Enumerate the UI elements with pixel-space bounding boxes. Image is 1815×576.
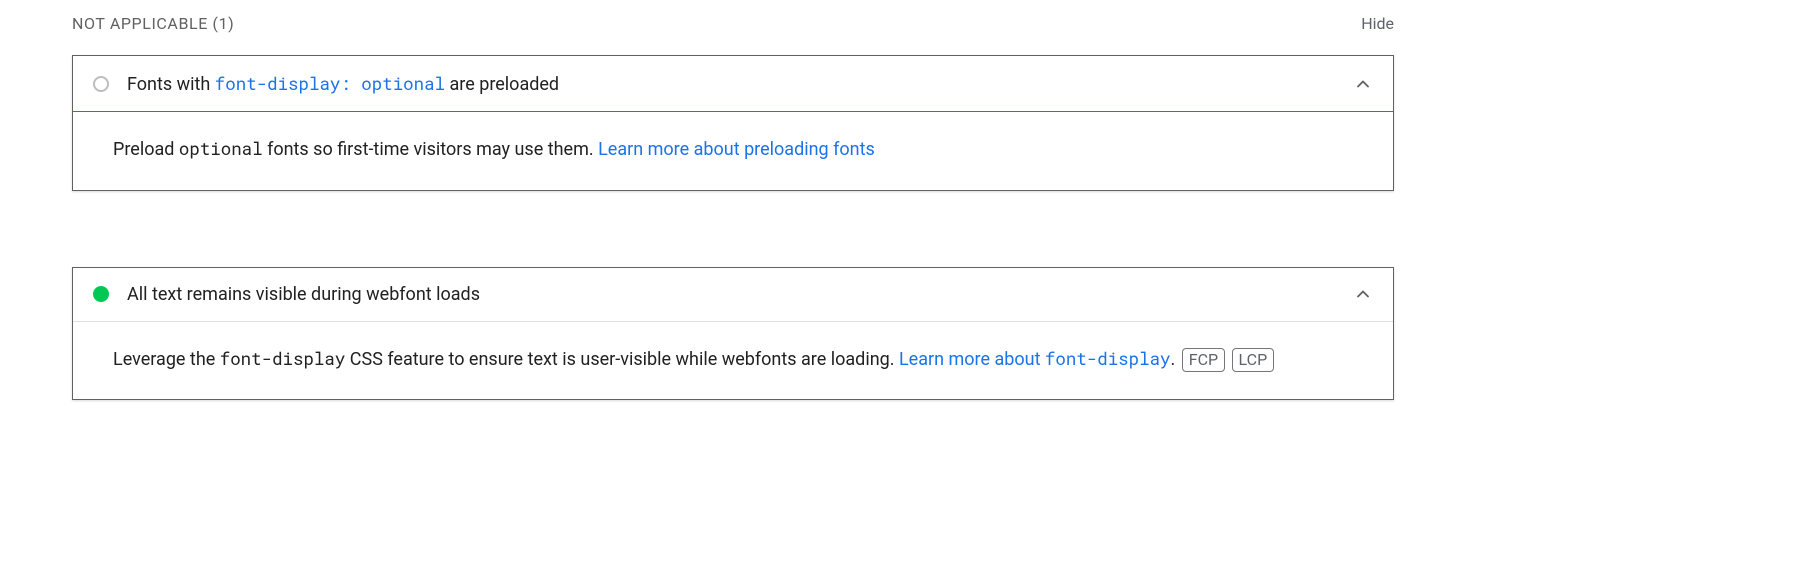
audit-title-suffix: are preloaded bbox=[445, 74, 559, 95]
audit-desc-code: optional bbox=[179, 137, 263, 160]
audit-desc-code: font-display bbox=[220, 347, 346, 370]
audit-body: Preload optional fonts so first-time vis… bbox=[73, 112, 1393, 190]
period: . bbox=[1171, 349, 1180, 370]
audit-card-font-display: All text remains visible during webfont … bbox=[72, 267, 1394, 401]
audit-desc-prefix: Preload bbox=[113, 139, 179, 160]
audit-desc-prefix: Leverage the bbox=[113, 349, 220, 370]
section-header: NOT APPLICABLE (1) Hide bbox=[72, 0, 1394, 55]
learn-more-link-preload[interactable]: Learn more about preloading fonts bbox=[598, 139, 875, 160]
audit-body: Leverage the font-display CSS feature to… bbox=[73, 322, 1393, 400]
link-prefix: Learn more about bbox=[899, 349, 1045, 370]
hide-toggle[interactable]: Hide bbox=[1361, 14, 1394, 33]
audit-header-preload-fonts[interactable]: Fonts with font-display: optional are pr… bbox=[73, 56, 1393, 112]
audit-header-font-display[interactable]: All text remains visible during webfont … bbox=[73, 268, 1393, 322]
audit-title-code: font-display: optional bbox=[215, 72, 445, 95]
chevron-up-icon bbox=[1353, 74, 1373, 94]
audit-desc-mid: fonts so first-time visitors may use the… bbox=[263, 139, 598, 160]
fcp-badge: FCP bbox=[1182, 348, 1225, 372]
status-pass-icon bbox=[93, 286, 109, 302]
lcp-badge: LCP bbox=[1232, 348, 1275, 372]
audit-card-preload-fonts: Fonts with font-display: optional are pr… bbox=[72, 55, 1394, 191]
chevron-up-icon bbox=[1353, 284, 1373, 304]
audit-title: All text remains visible during webfont … bbox=[127, 284, 1353, 305]
audit-title-prefix: Fonts with bbox=[127, 74, 215, 95]
learn-more-link-font-display[interactable]: Learn more about font-display bbox=[899, 349, 1171, 370]
audit-title: Fonts with font-display: optional are pr… bbox=[127, 72, 1353, 95]
link-code: font-display bbox=[1045, 347, 1171, 370]
audit-container: NOT APPLICABLE (1) Hide Fonts with font-… bbox=[0, 0, 1394, 400]
audit-desc-mid: CSS feature to ensure text is user-visib… bbox=[345, 349, 899, 370]
section-title: NOT APPLICABLE (1) bbox=[72, 14, 234, 33]
status-na-icon bbox=[93, 76, 109, 92]
